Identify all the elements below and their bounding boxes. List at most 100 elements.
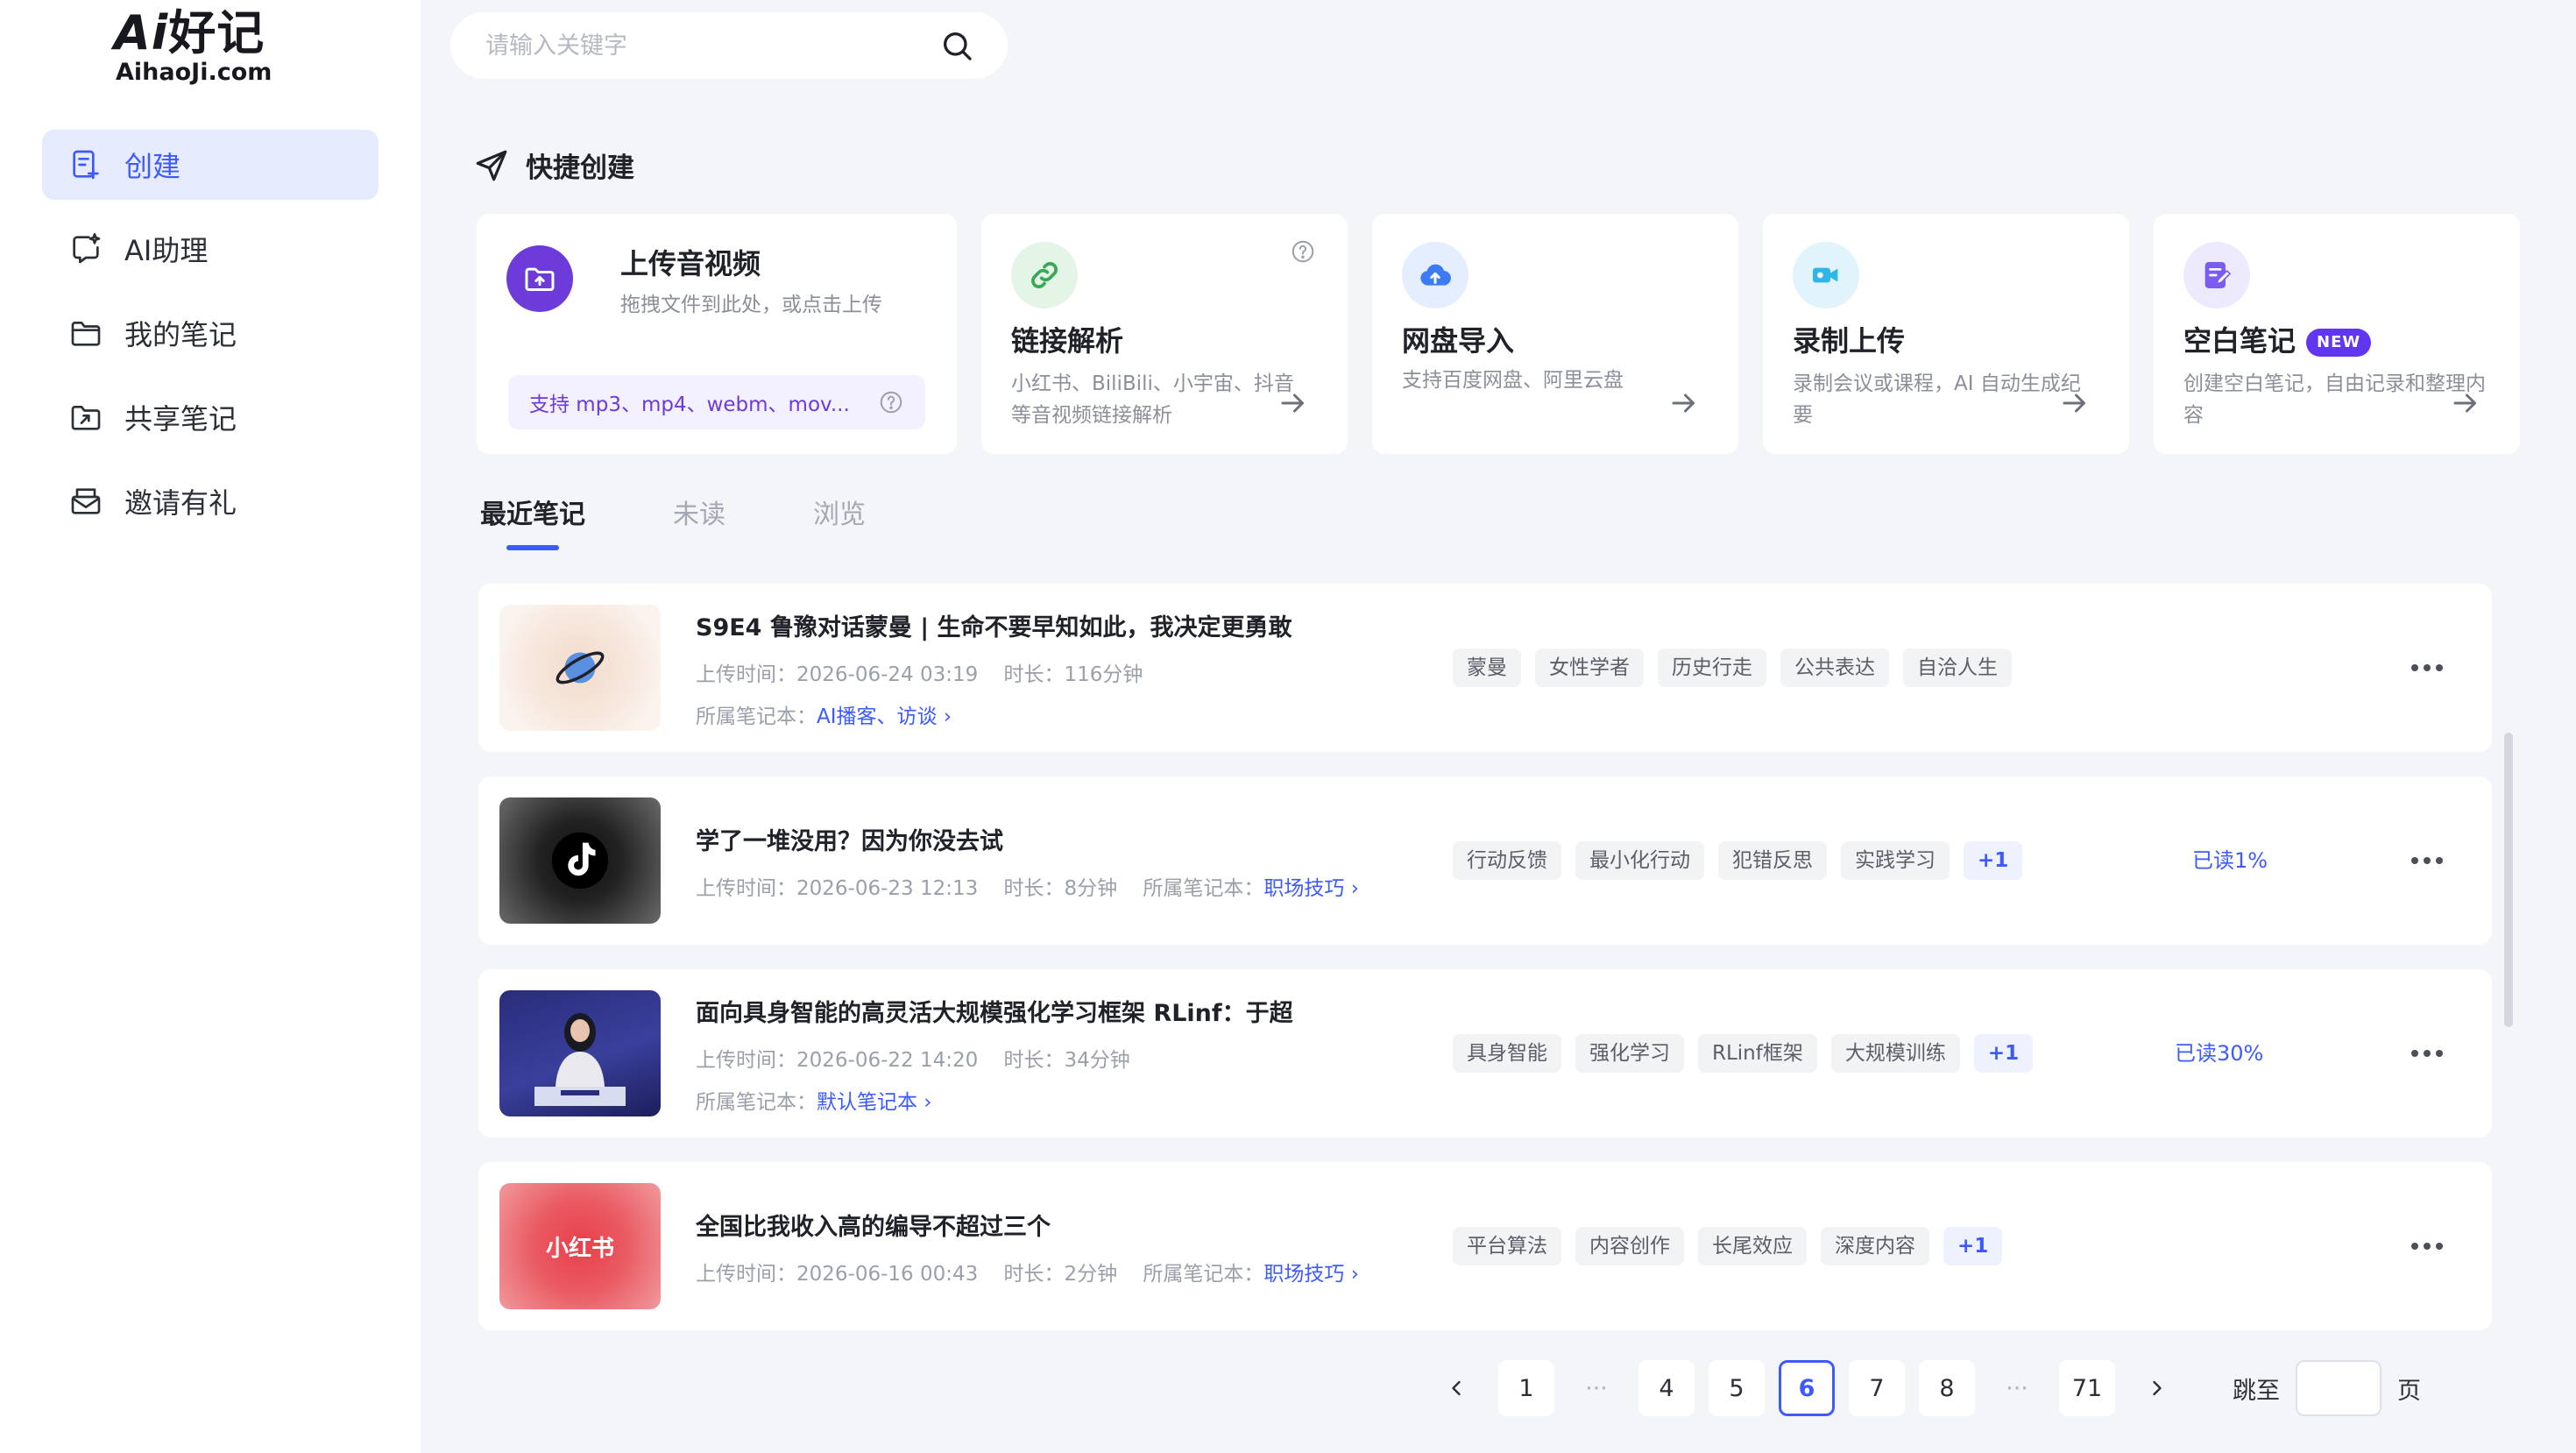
read-progress: 已读1% [2192,848,2268,873]
notebook-link[interactable]: AI播客、访谈 [817,705,938,728]
notebook-link[interactable]: 职场技巧 [1263,1263,1344,1286]
tag[interactable]: 行动反馈 [1453,841,1561,880]
tag[interactable]: 公共表达 [1780,649,1889,687]
note-row[interactable]: 面向具身智能的高灵活大规模强化学习框架 RLinf：于超 上传时间：2026-0… [478,969,2492,1138]
more-tags-badge[interactable]: +1 [1973,1034,2034,1073]
tag[interactable]: 长尾效应 [1698,1227,1807,1265]
page-button[interactable]: 71 [2059,1360,2115,1416]
upload-label: 上传时间： [696,877,796,900]
quick-create-heading: 快捷创建 [473,145,634,185]
note-row[interactable]: 学了一堆没用？因为你没去试 上传时间：2026-06-23 12:13 时长：8… [478,776,2492,945]
upload-card[interactable]: 上传音视频 拖拽文件到此处，或点击上传 支持 mp3、mp4、webm、mov.… [477,214,957,454]
tag[interactable]: 历史行走 [1658,649,1766,687]
sidebar-item-label: 创建 [124,150,181,183]
notebook-link[interactable]: 职场技巧 [1263,877,1344,900]
planet-icon [556,651,605,684]
more-options-icon[interactable] [2406,840,2448,882]
page-ellipsis[interactable]: ··· [1989,1360,2045,1416]
arrow-right-icon [1672,393,1695,413]
search-input[interactable] [485,32,939,60]
page-ellipsis[interactable]: ··· [1568,1360,1624,1416]
note-row[interactable]: 小红书 全国比我收入高的编导不超过三个 上传时间：2026-06-16 00:4… [478,1162,2492,1330]
tag[interactable]: 平台算法 [1453,1227,1561,1265]
tiktok-logo-icon [551,832,609,890]
folder-icon [71,322,101,346]
sidebar-item-invite[interactable]: 邀请有礼 [42,466,379,536]
cloud-import-card[interactable]: 网盘导入 支持百度网盘、阿里云盘 [1372,214,1738,454]
logo[interactable]: Ai好记 AihaoJi.com [114,9,289,89]
arrow-right-icon [1281,393,1304,413]
note-meta: 上传时间：2026-06-23 12:13 时长：8分钟 所属笔记本：职场技巧 … [696,871,1359,901]
more-tags-badge[interactable]: +1 [1943,1227,2003,1265]
sidebar-item-create[interactable]: 创建 [42,130,379,200]
format-support-text: 支持 mp3、mp4、webm、mov... [529,393,850,416]
page-button[interactable]: 4 [1638,1360,1695,1416]
page-jump-input[interactable] [2296,1360,2381,1416]
notebook-link[interactable]: 默认笔记本 [817,1091,917,1114]
note-title[interactable]: 面向具身智能的高灵活大规模强化学习框架 RLinf：于超 [696,994,1293,1028]
tag[interactable]: 实践学习 [1841,841,1950,880]
tab-browse[interactable]: 浏览 [813,493,866,531]
duration-label: 时长： [1003,877,1065,900]
tab-unread[interactable]: 未读 [673,493,725,531]
note-title[interactable]: 学了一堆没用？因为你没去试 [696,822,1003,856]
tag[interactable]: RLinf框架 [1698,1034,1817,1073]
help-icon[interactable] [1290,238,1316,265]
note-tags: 行动反馈 最小化行动 犯错反思 实践学习 +1 [1453,776,2036,945]
note-meta: 上传时间：2026-06-24 03:19 时长：116分钟 [696,657,1143,687]
tag[interactable]: 犯错反思 [1718,841,1827,880]
page-button[interactable]: 8 [1919,1360,1975,1416]
pagination: 1 ··· 4 5 6 7 8 ··· 71 跳至 页 [1428,1360,2421,1416]
note-title[interactable]: 全国比我收入高的编导不超过三个 [696,1208,1051,1242]
new-badge: NEW [2306,329,2372,357]
tab-recent-notes[interactable]: 最近笔记 [480,493,585,550]
record-upload-card[interactable]: 录制上传 录制会议或课程，AI 自动生成纪要 [1763,214,2129,454]
share-folder-icon [71,406,101,430]
arrow-right-icon [2063,393,2085,413]
upload-label: 上传时间： [696,1049,796,1072]
tag[interactable]: 内容创作 [1575,1227,1684,1265]
quick-create-title: 快捷创建 [526,152,634,184]
page-button[interactable]: 1 [1498,1360,1554,1416]
note-thumbnail [499,797,661,924]
note-title[interactable]: S9E4 鲁豫对话蒙曼 | 生命不要早知如此，我决定更勇敢 [696,608,1292,642]
cloud-upload-icon [1402,242,1468,308]
video-camera-icon [1793,242,1859,308]
notes-tabs: 最近笔记 未读 浏览 [480,493,953,550]
tag[interactable]: 自洽人生 [1903,649,2012,687]
jump-label: 跳至 [2233,1377,2280,1405]
link-parse-card[interactable]: 链接解析 小红书、BiliBili、小宇宙、抖音等音视频链接解析 [981,214,1348,454]
more-tags-badge[interactable]: +1 [1964,841,2023,880]
note-row[interactable]: S9E4 鲁豫对话蒙曼 | 生命不要早知如此，我决定更勇敢 上传时间：2026-… [478,584,2492,752]
sidebar-item-ai-assistant[interactable]: AI助理 [42,214,379,284]
scrollbar[interactable] [2504,733,2513,1027]
prev-page-button[interactable] [1428,1360,1484,1416]
help-icon[interactable] [878,389,904,415]
tag[interactable]: 女性学者 [1535,649,1644,687]
tag[interactable]: 大规模训练 [1830,1034,1960,1073]
blank-note-card[interactable]: 空白笔记 NEW 创建空白笔记，自由记录和整理内容 [2154,214,2520,454]
page-button[interactable]: 7 [1849,1360,1905,1416]
tag[interactable]: 深度内容 [1821,1227,1929,1265]
more-options-icon[interactable] [2406,1225,2448,1267]
more-options-icon[interactable] [2406,647,2448,689]
page-suffix: 页 [2397,1377,2421,1405]
cloud-import-desc: 支持百度网盘、阿里云盘 [1402,369,1624,392]
page-button-current[interactable]: 6 [1779,1360,1835,1416]
page-button[interactable]: 5 [1709,1360,1765,1416]
notebook-label: 所属笔记本： [696,705,817,728]
arrow-right-icon [2453,393,2476,413]
read-progress: 已读30% [2175,1041,2264,1066]
note-thumbnail [499,605,661,731]
logo-ai: Ai [114,5,169,60]
tag[interactable]: 蒙曼 [1453,649,1521,687]
tag[interactable]: 强化学习 [1575,1034,1684,1073]
tag[interactable]: 最小化行动 [1575,841,1704,880]
sidebar-item-shared-notes[interactable]: 共享笔记 [42,382,379,452]
more-options-icon[interactable] [2406,1032,2448,1074]
next-page-button[interactable] [2129,1360,2185,1416]
search-icon[interactable] [939,28,974,63]
upload-time: 2026-06-22 14:20 [796,1049,979,1072]
sidebar-item-my-notes[interactable]: 我的笔记 [42,298,379,368]
tag[interactable]: 具身智能 [1453,1034,1561,1073]
